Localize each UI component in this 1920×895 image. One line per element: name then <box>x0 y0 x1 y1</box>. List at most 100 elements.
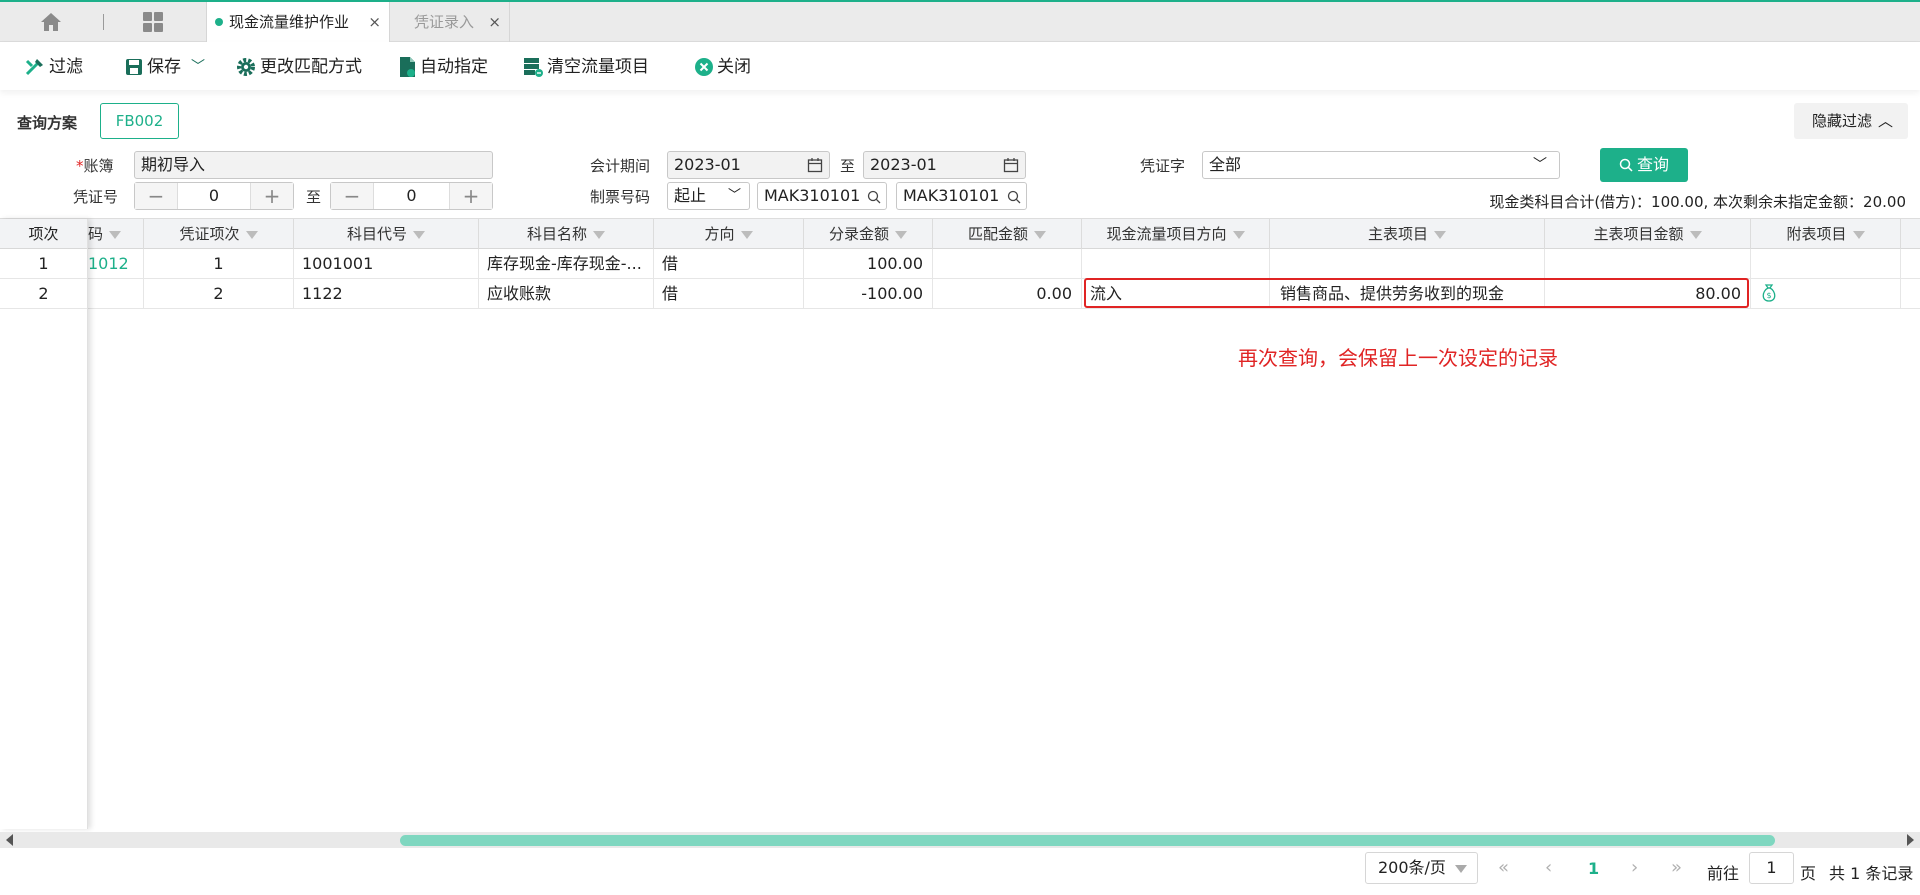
first-page-icon[interactable]: « <box>1498 857 1509 878</box>
voucher-word-label: 凭证字 <box>1140 157 1186 175</box>
to-label: 至 <box>306 188 322 206</box>
filter-icon[interactable] <box>1434 231 1446 239</box>
col-header[interactable]: 主表项目金额 <box>1545 219 1751 249</box>
search-button[interactable]: 查询 <box>1600 148 1688 182</box>
scroll-left-icon[interactable] <box>6 834 13 846</box>
minus-icon[interactable]: − <box>135 183 177 209</box>
filter-icon[interactable] <box>1852 231 1865 239</box>
sub-item-cell[interactable]: $ <box>1751 279 1901 309</box>
col-header[interactable]: 方向 <box>654 219 804 249</box>
plus-icon[interactable]: + <box>251 183 293 209</box>
filter-icon[interactable] <box>895 231 907 239</box>
plus-icon[interactable]: + <box>450 183 492 209</box>
close-tab-icon[interactable]: × <box>488 2 501 42</box>
save-icon <box>126 59 142 75</box>
current-page[interactable]: 1 <box>1588 859 1599 878</box>
calendar-icon[interactable] <box>1003 157 1019 173</box>
voucher-no-from-stepper[interactable]: −0 + <box>134 182 294 210</box>
table-row[interactable]: 1012 1 1001001 库存现金-库存现金-... 借 100.00 <box>0 249 1920 279</box>
minus-icon[interactable]: − <box>331 183 373 209</box>
goto-page-input[interactable]: 1 <box>1749 852 1794 884</box>
chevron-down-icon: ﹀ <box>727 188 741 203</box>
filter-icon[interactable] <box>413 231 425 239</box>
voucher-no-to-stepper[interactable]: −0 + <box>330 182 493 210</box>
chevron-up-icon: ︿ <box>1878 112 1894 130</box>
col-header[interactable]: 分录金额 <box>804 219 933 249</box>
col-header[interactable]: 码 <box>88 219 144 249</box>
search-icon[interactable] <box>1007 190 1021 204</box>
last-page-icon[interactable]: » <box>1671 857 1682 878</box>
prev-page-icon[interactable]: ‹ <box>1545 857 1552 878</box>
chevron-down-icon: ﹀ <box>1533 157 1547 173</box>
maker-mode-select[interactable]: 起止 ﹀ <box>667 182 750 210</box>
auto-assign-button[interactable]: 自动指定 <box>397 56 488 78</box>
col-header[interactable]: 附表项目 <box>1751 219 1901 249</box>
save-button[interactable]: 保存 ﹀ <box>124 56 205 78</box>
gear-icon <box>237 58 255 76</box>
cash-summary: 现金类科目合计(借方)：100.00, 本次剩余未指定金额：20.00 <box>1489 193 1906 211</box>
filter-tools-icon <box>25 59 43 76</box>
maker-from-field[interactable]: MAK310101 <box>757 182 887 210</box>
change-match-button[interactable]: 更改匹配方式 <box>235 56 362 78</box>
ledger-field[interactable]: 期初导入 <box>134 151 493 179</box>
col-header[interactable]: 现金流量项目方向 <box>1082 219 1270 249</box>
tab-voucher-entry[interactable]: 凭证录入 × <box>390 2 510 42</box>
col-header[interactable]: 科目代号 <box>294 219 479 249</box>
query-scheme-label: 查询方案 <box>17 114 78 132</box>
top-tab-bar: 现金流量维护作业 × 凭证录入 × <box>0 0 1920 42</box>
sub-item-cell[interactable] <box>1751 249 1901 279</box>
tab-label: 凭证录入 <box>414 13 475 31</box>
clear-items-button[interactable]: 清空流量项目 <box>522 56 649 78</box>
pagination: 200条/页 « ‹ 1 › » 前往 1 页 共 1 条记录 <box>0 848 1920 895</box>
filter-icon[interactable] <box>740 231 753 239</box>
frozen-column: 项次 1 2 <box>0 219 88 829</box>
row-index: 1 <box>0 249 87 279</box>
ledger-label: *账簿 <box>76 157 114 175</box>
maker-no-label: 制票号码 <box>590 188 651 206</box>
col-header[interactable]: 科目名称 <box>479 219 654 249</box>
close-tab-icon[interactable]: × <box>368 2 381 42</box>
scroll-thumb[interactable] <box>400 835 1775 846</box>
search-icon[interactable] <box>867 190 881 204</box>
apps-grid-icon[interactable] <box>143 12 164 33</box>
document-icon <box>400 57 415 77</box>
home-icon[interactable] <box>40 12 62 32</box>
filter-icon[interactable] <box>109 231 122 239</box>
calendar-icon[interactable] <box>807 157 823 173</box>
tab-cashflow-maintenance[interactable]: 现金流量维护作业 × <box>206 2 390 42</box>
filter-icon[interactable] <box>1689 231 1702 239</box>
chevron-down-icon[interactable]: ﹀ <box>191 56 205 78</box>
data-grid: 码 凭证项次 科目代号 科目名称 方向 分录金额 匹配金额 现金流量项目方向 主… <box>0 218 1920 830</box>
maker-to-field[interactable]: MAK310101 <box>896 182 1027 210</box>
close-button[interactable]: 关闭 <box>694 56 751 78</box>
scroll-right-icon[interactable] <box>1907 834 1914 846</box>
highlight-box <box>1084 278 1749 308</box>
period-to-field[interactable]: 2023-01 <box>863 151 1026 179</box>
horizontal-scrollbar[interactable] <box>0 832 1920 848</box>
filter-button[interactable]: 过滤 <box>24 56 83 78</box>
tab-label: 现金流量维护作业 <box>229 13 350 31</box>
col-header[interactable]: 匹配金额 <box>933 219 1082 249</box>
svg-text:$: $ <box>1766 291 1771 300</box>
goto-label: 前往 <box>1707 864 1740 883</box>
query-scheme-chip[interactable]: FB002 <box>100 103 179 139</box>
col-header-index: 项次 <box>0 219 87 249</box>
filter-icon[interactable] <box>593 231 605 239</box>
filter-icon[interactable] <box>1034 231 1046 239</box>
active-dot-icon <box>215 18 223 26</box>
voucher-word-select[interactable]: 全部 ﹀ <box>1202 151 1560 179</box>
money-bag-icon[interactable]: $ <box>1760 283 1778 303</box>
filter-icon[interactable] <box>1232 231 1245 239</box>
page-size-select[interactable]: 200条/页 <box>1365 852 1478 884</box>
close-circle-icon <box>695 58 713 76</box>
next-page-icon[interactable]: › <box>1631 857 1638 878</box>
period-from-field[interactable]: 2023-01 <box>667 151 830 179</box>
annotation-text: 再次查询，会保留上一次设定的记录 <box>1238 346 1558 370</box>
voucher-no-label: 凭证号 <box>73 188 119 206</box>
col-header[interactable]: 主表项目 <box>1270 219 1545 249</box>
filter-icon[interactable] <box>245 231 258 239</box>
col-header[interactable]: 凭证项次 <box>144 219 294 249</box>
grid-header: 码 凭证项次 科目代号 科目名称 方向 分录金额 匹配金额 现金流量项目方向 主… <box>0 219 1920 249</box>
database-clear-icon <box>524 58 543 77</box>
hide-filter-button[interactable]: 隐藏过滤 ︿ <box>1794 103 1908 139</box>
